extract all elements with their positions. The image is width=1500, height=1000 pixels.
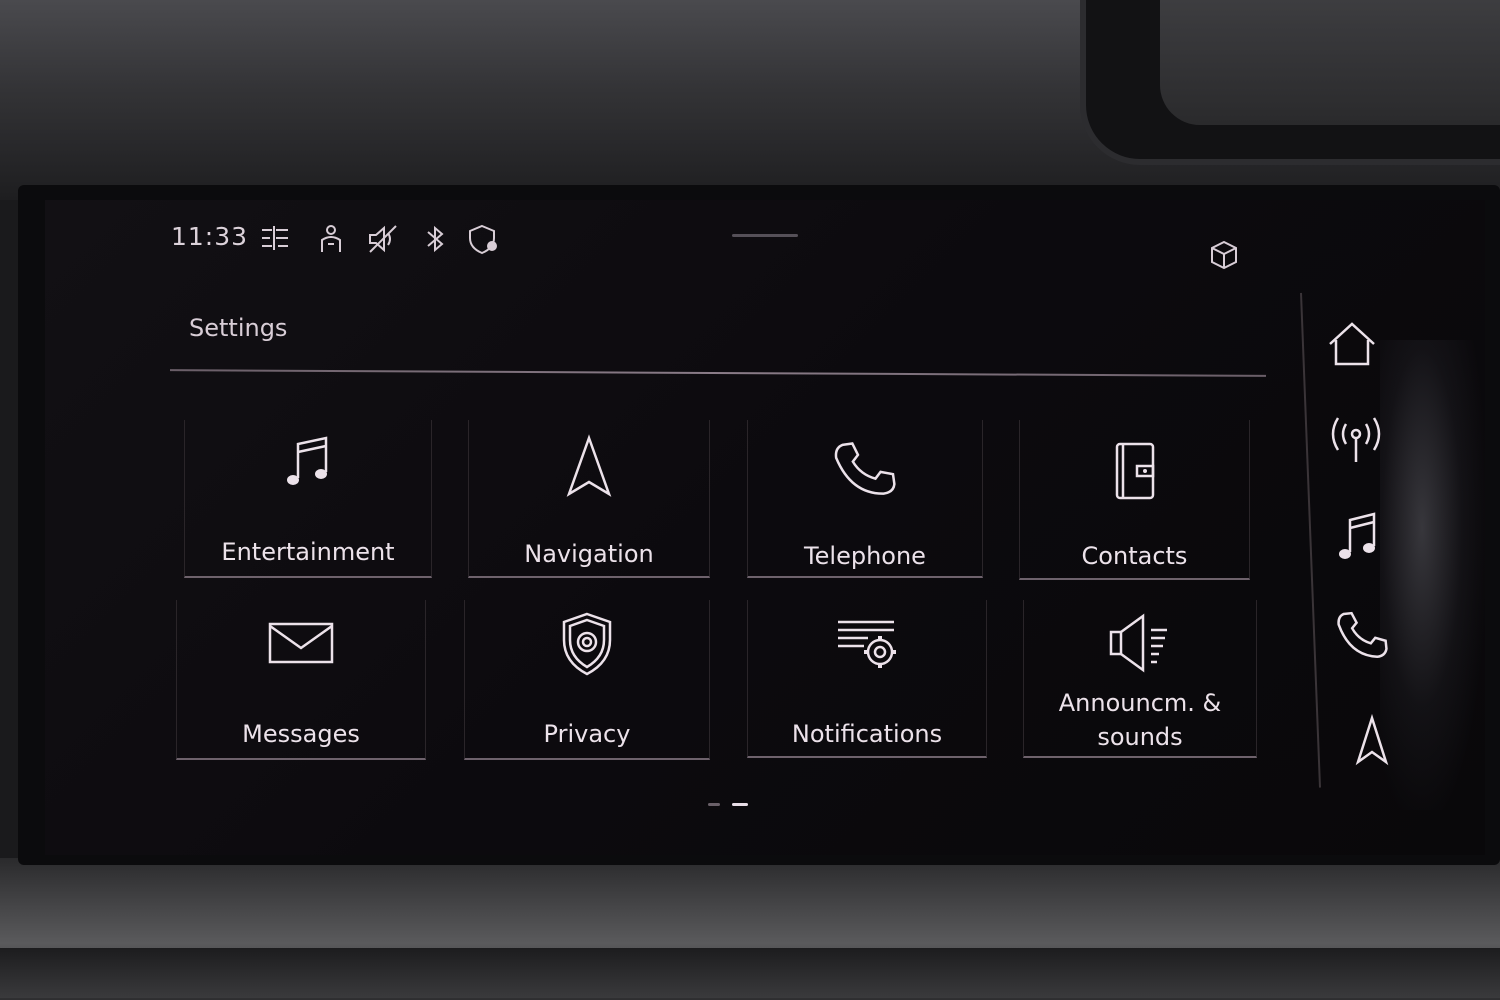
tile-announcements-sounds[interactable]: Announcm. & sounds bbox=[1023, 600, 1257, 758]
tile-contacts[interactable]: Contacts bbox=[1019, 420, 1250, 580]
pager-dot-1[interactable] bbox=[708, 803, 720, 806]
tile-label: Announcm. & sounds bbox=[1024, 686, 1256, 754]
radio-antenna-icon[interactable] bbox=[1326, 408, 1386, 468]
music-note-icon[interactable] bbox=[1330, 508, 1390, 568]
pager-dot-2-active[interactable] bbox=[732, 803, 748, 806]
dashboard-lower-panel bbox=[0, 948, 1500, 998]
contacts-book-icon bbox=[1115, 442, 1154, 500]
tile-label-line: sounds bbox=[1097, 723, 1183, 751]
tile-messages[interactable]: Messages bbox=[176, 600, 426, 760]
tile-privacy[interactable]: Privacy bbox=[464, 600, 710, 760]
tile-navigation[interactable]: Navigation bbox=[468, 420, 710, 578]
cube-icon[interactable] bbox=[1207, 238, 1241, 272]
tile-label: Navigation bbox=[524, 540, 654, 568]
tile-label: Privacy bbox=[543, 720, 631, 748]
location-shield-icon bbox=[469, 224, 497, 255]
privacy-shield-gear-icon bbox=[562, 612, 612, 676]
tile-telephone[interactable]: Telephone bbox=[747, 420, 983, 578]
tile-label: Telephone bbox=[804, 542, 926, 570]
speaker-icon bbox=[1109, 613, 1167, 673]
music-note-icon bbox=[287, 436, 328, 485]
tile-label: Entertainment bbox=[221, 538, 395, 566]
traffic-info-icon bbox=[262, 226, 288, 250]
car-dashboard: 11:33 Settings Entertainment Navigation … bbox=[0, 0, 1500, 1000]
drag-handle[interactable] bbox=[732, 234, 798, 237]
notifications-gear-icon bbox=[838, 620, 896, 668]
home-icon[interactable] bbox=[1322, 314, 1382, 374]
phone-icon[interactable] bbox=[1334, 606, 1394, 666]
status-clock: 11:33 bbox=[171, 222, 249, 251]
tile-label: Notifications bbox=[791, 720, 943, 748]
tile-label-line: Announcm. & bbox=[1058, 689, 1222, 717]
tile-entertainment[interactable]: Entertainment bbox=[184, 420, 432, 578]
tile-label: Messages bbox=[242, 720, 360, 748]
envelope-icon bbox=[268, 622, 334, 664]
navigation-arrow-icon bbox=[566, 434, 612, 497]
bluetooth-icon bbox=[427, 225, 444, 253]
tile-label: Contacts bbox=[1081, 542, 1188, 570]
navigation-arrow-icon[interactable] bbox=[1342, 710, 1402, 770]
mute-icon bbox=[369, 225, 397, 253]
page-title: Settings bbox=[189, 314, 288, 342]
phone-icon bbox=[834, 442, 896, 495]
passenger-icon bbox=[321, 225, 341, 252]
tile-notifications[interactable]: Notifications bbox=[747, 600, 987, 758]
air-vent bbox=[1160, 0, 1500, 125]
